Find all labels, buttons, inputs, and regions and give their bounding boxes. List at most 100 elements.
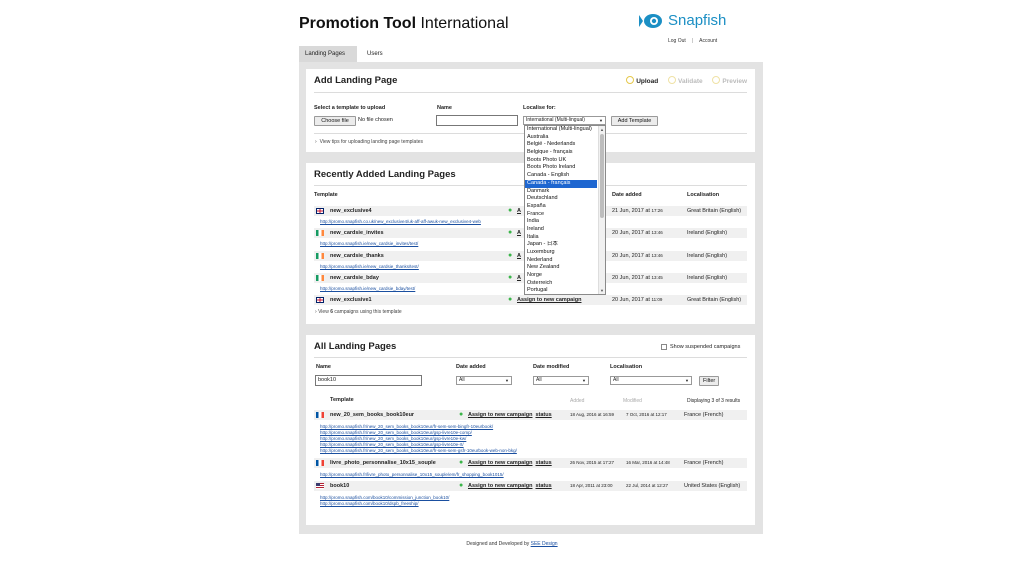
assign-campaign-link[interactable]: Assign to new campaign bbox=[468, 460, 532, 466]
column-added: Added bbox=[570, 398, 585, 404]
filter-localisation-select[interactable]: All ▼ bbox=[610, 376, 692, 385]
account-link[interactable]: Account bbox=[699, 38, 717, 44]
template-url[interactable]: http://promo.snapfish.co.uk/new_exclusiv… bbox=[320, 219, 481, 224]
localise-select[interactable]: International (Multi-lingual) ▼ bbox=[523, 116, 606, 125]
dropdown-option[interactable]: Canada - English bbox=[525, 172, 597, 180]
dropdown-option[interactable]: Australia bbox=[525, 134, 597, 142]
localisation: France (French) bbox=[684, 412, 724, 418]
assign-campaign-link[interactable]: A bbox=[517, 273, 521, 283]
dropdown-option[interactable]: Ireland bbox=[525, 226, 597, 234]
date-added: 20 Jun, 2017 at 13:45 bbox=[612, 275, 663, 281]
template-url[interactable]: http://promo.snapfish.ie/new_cardsie_bda… bbox=[320, 286, 415, 291]
dropdown-option[interactable]: Portugal bbox=[525, 287, 597, 294]
template-url[interactable]: http://promo.snapfish.fr/new_20_sem_book… bbox=[320, 448, 517, 453]
step-circle-icon bbox=[668, 76, 677, 84]
dropdown-option[interactable]: France bbox=[525, 211, 597, 219]
view-campaigns-link[interactable]: › View 6 campaigns using this template bbox=[315, 309, 402, 315]
add-landing-page-title: Add Landing Page bbox=[314, 75, 398, 86]
template-url[interactable]: http://promo.snapfish.fr/new_20_sem_book… bbox=[320, 424, 493, 429]
assign-campaign-link[interactable]: A bbox=[517, 206, 521, 216]
scroll-down-icon[interactable]: ▼ bbox=[600, 288, 604, 293]
tab-users[interactable]: Users bbox=[361, 46, 389, 62]
template-name: book10 bbox=[330, 483, 350, 489]
template-url[interactable]: http://promo.snapfish.ie/new_cardsie_tha… bbox=[320, 264, 419, 269]
localisation: United States (English) bbox=[684, 483, 741, 489]
dropdown-options: International (Multi-lingual) Australia Be… bbox=[525, 126, 597, 294]
choose-file-button[interactable]: Choose file bbox=[314, 116, 356, 126]
template-url[interactable]: http://promo.snapfish.ie/new_cardsie_inv… bbox=[320, 241, 418, 246]
scrollbar-thumb[interactable] bbox=[600, 134, 604, 218]
snapfish-logo[interactable]: Snapfish bbox=[639, 11, 729, 31]
dropdown-option[interactable]: Nederland bbox=[525, 257, 597, 265]
assign-campaign-link[interactable]: Assign to new campaign bbox=[468, 412, 532, 418]
chevron-down-icon: ▼ bbox=[599, 118, 603, 123]
template-url[interactable]: http://promo.snapfish.fr/new_20_sem_book… bbox=[320, 442, 464, 447]
date-added: 20 Jun, 2017 at 13:46 bbox=[612, 253, 663, 259]
scroll-up-icon[interactable]: ▲ bbox=[600, 127, 604, 132]
template-url[interactable]: http://promo.snapfish.com/book10/commiss… bbox=[320, 495, 449, 500]
ireland-flag-icon bbox=[316, 230, 324, 236]
active-dot-icon: ● bbox=[508, 274, 513, 281]
upload-tips-link[interactable]: › View tips for uploading landing page te… bbox=[315, 139, 423, 145]
dropdown-option[interactable]: Boots Photo Ireland bbox=[525, 164, 597, 172]
template-name: new_cardsie_thanks bbox=[330, 253, 384, 259]
active-dot-icon: ● bbox=[508, 296, 513, 303]
assign-campaign-link[interactable]: A bbox=[517, 251, 521, 261]
name-input[interactable] bbox=[436, 115, 518, 126]
template-url[interactable]: http://promo.snapfish.fr/new_20_sem_book… bbox=[320, 436, 466, 441]
dropdown-option[interactable]: España bbox=[525, 203, 597, 211]
date-added: 20 Jun, 2017 at 11:09 bbox=[612, 297, 663, 303]
logout-link[interactable]: Log Out bbox=[668, 38, 686, 44]
dropdown-option[interactable]: New Zealand bbox=[525, 264, 597, 272]
show-suspended-label: Show suspended campaigns bbox=[670, 344, 741, 350]
localise-dropdown-list[interactable]: International (Multi-lingual) Australia Be… bbox=[524, 125, 606, 295]
dropdown-option[interactable]: Canada - français bbox=[525, 179, 597, 188]
assign-campaign-link[interactable]: Assign to new campaign bbox=[517, 295, 581, 305]
assign-campaign-link[interactable]: A bbox=[517, 228, 521, 238]
dropdown-scrollbar[interactable]: ▲ ▼ bbox=[598, 126, 605, 294]
dropdown-option[interactable]: Deutschland bbox=[525, 195, 597, 203]
dropdown-option[interactable]: Japan - 日本 bbox=[525, 241, 597, 249]
filter-button[interactable]: Filter bbox=[699, 376, 719, 386]
status-link[interactable]: status bbox=[535, 412, 551, 418]
localisation: Great Britain (English) bbox=[687, 208, 742, 214]
no-file-text: No file chosen bbox=[358, 117, 393, 123]
dropdown-option[interactable]: International (Multi-lingual) bbox=[525, 126, 597, 134]
step-circle-icon bbox=[626, 76, 635, 84]
dropdown-option[interactable]: Belgique - français bbox=[525, 149, 597, 157]
row-actions: Assign to new campaign status bbox=[468, 481, 552, 491]
active-dot-icon: ● bbox=[508, 252, 513, 259]
us-flag-icon bbox=[316, 483, 324, 489]
template-url[interactable]: http://promo.snapfish.com/book10/dspb_fr… bbox=[320, 501, 419, 506]
see-design-link[interactable]: SEE Design bbox=[531, 541, 558, 547]
footer: Designed and Developed by SEE Design bbox=[0, 541, 1024, 547]
template-url[interactable]: http://promo.snapfish.fr/livre_photo_per… bbox=[320, 472, 504, 477]
account-links: Log Out | Account bbox=[668, 38, 717, 44]
tab-landing-pages[interactable]: Landing Pages bbox=[299, 46, 357, 62]
dropdown-option[interactable]: Danmark bbox=[525, 188, 597, 196]
show-suspended-checkbox[interactable] bbox=[661, 344, 667, 350]
template-name: livre_photo_personnalise_10x15_souple bbox=[330, 460, 436, 466]
chevron-down-icon: ▼ bbox=[505, 378, 509, 383]
template-name: new_exclusive4 bbox=[330, 208, 372, 214]
dropdown-option[interactable]: Boots Photo UK bbox=[525, 157, 597, 165]
filter-date-added-label: Date added bbox=[456, 364, 486, 370]
dropdown-option[interactable]: India bbox=[525, 218, 597, 226]
add-template-button[interactable]: Add Template bbox=[611, 116, 658, 126]
template-url[interactable]: http://promo.snapfish.fr/new_20_sem_book… bbox=[320, 430, 472, 435]
fish-logo-icon bbox=[639, 14, 662, 28]
dropdown-option[interactable]: Österreich bbox=[525, 280, 597, 288]
status-link[interactable]: status bbox=[535, 483, 551, 489]
dropdown-option[interactable]: Italia bbox=[525, 234, 597, 242]
dropdown-option[interactable]: Luxemburg bbox=[525, 249, 597, 257]
status-link[interactable]: status bbox=[535, 460, 551, 466]
dropdown-option[interactable]: Norge bbox=[525, 272, 597, 280]
filter-name-input[interactable]: book10 bbox=[315, 375, 422, 386]
date-added: 18 Aug, 2016 at 16:59 bbox=[570, 412, 615, 417]
dropdown-option[interactable]: België - Nederlands bbox=[525, 141, 597, 149]
tab-bar: Landing Pages Users bbox=[299, 46, 599, 62]
filter-date-modified-select[interactable]: All ▼ bbox=[533, 376, 589, 385]
assign-campaign-link[interactable]: Assign to new campaign bbox=[468, 483, 532, 489]
link-separator: | bbox=[691, 38, 694, 44]
filter-date-added-select[interactable]: All ▼ bbox=[456, 376, 512, 385]
